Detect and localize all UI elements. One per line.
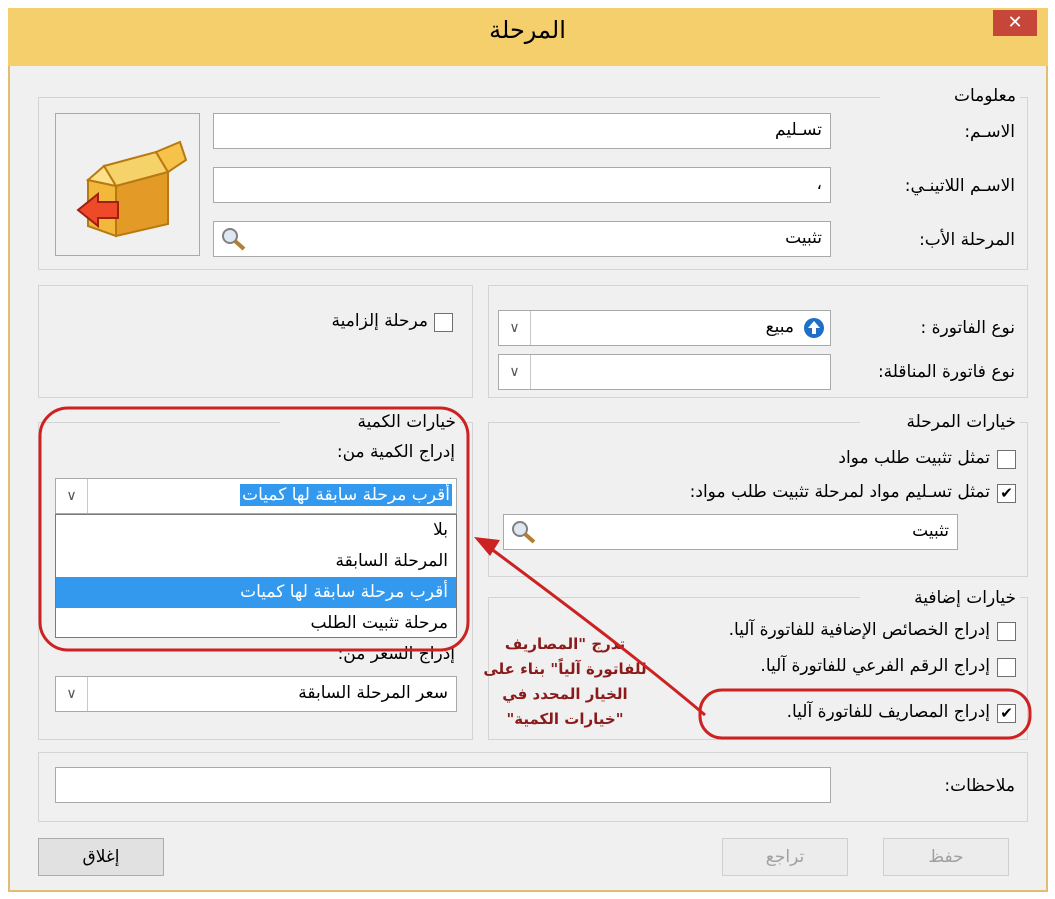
quantity-highlight-outline: [38, 406, 470, 652]
annotation-arrow: [481, 540, 706, 717]
annotation-overlay: [38, 406, 1032, 740]
expenses-highlight-outline: [698, 688, 1032, 740]
